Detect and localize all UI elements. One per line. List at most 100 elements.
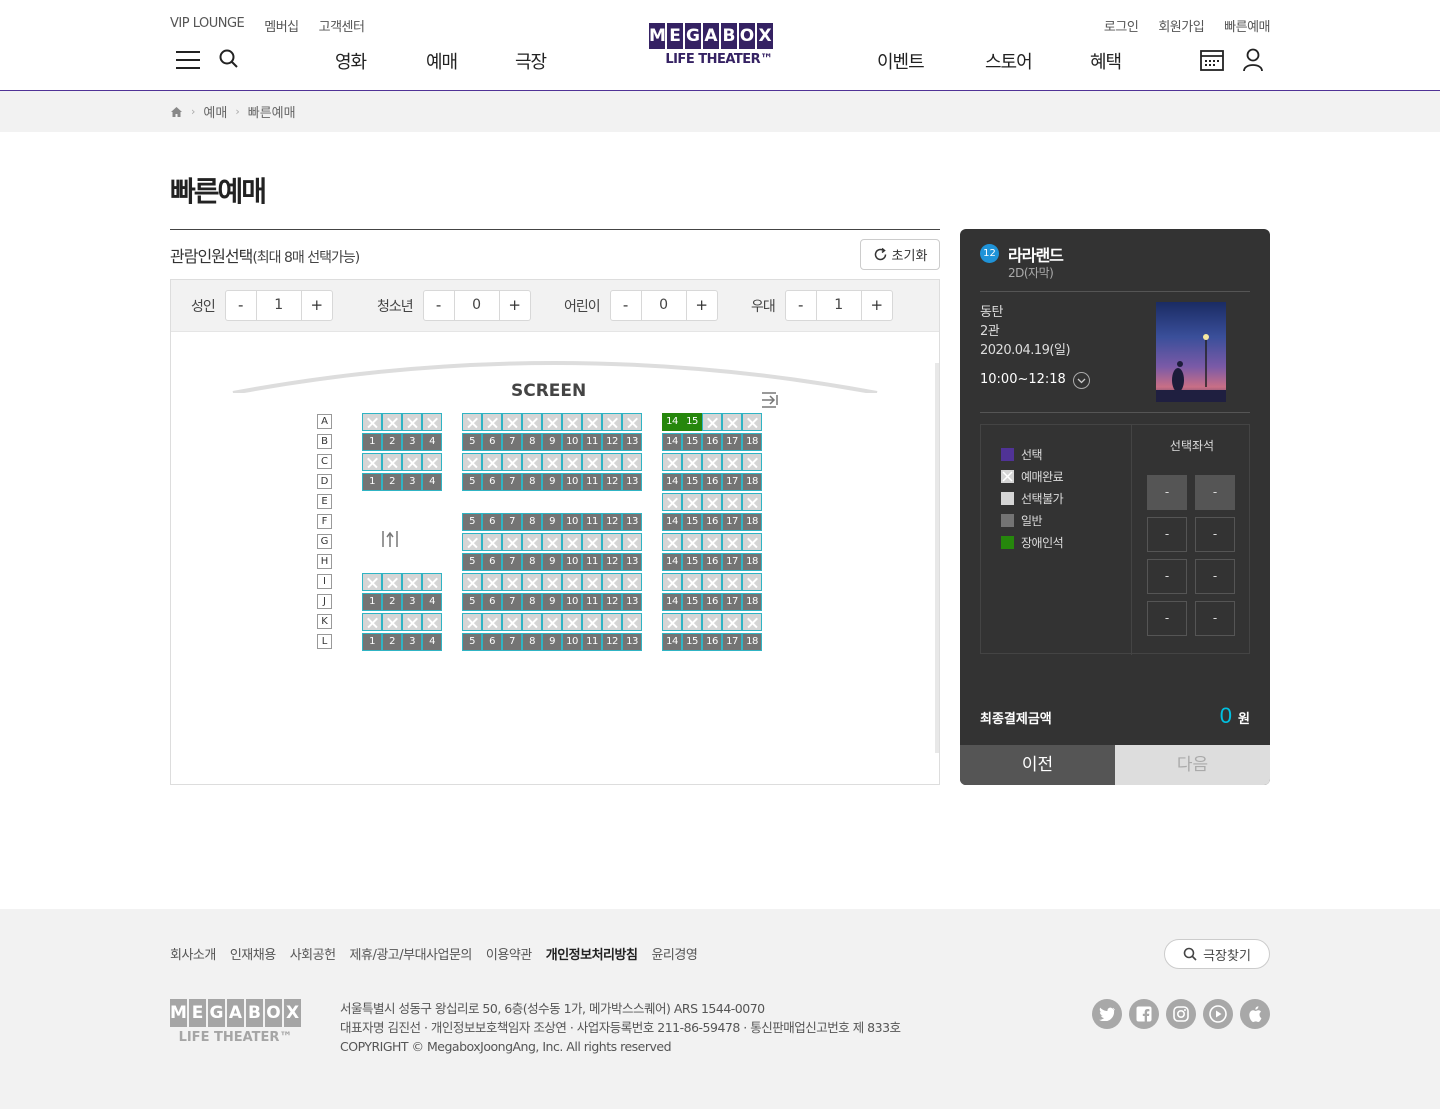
seat-F14[interactable]: 14 — [662, 513, 682, 531]
seat-F9[interactable]: 9 — [542, 513, 562, 531]
seat-L15[interactable]: 15 — [682, 633, 702, 651]
seat-J18[interactable]: 18 — [742, 593, 762, 611]
seat-F5[interactable]: 5 — [462, 513, 482, 531]
seat-F6[interactable]: 6 — [482, 513, 502, 531]
seat-L14[interactable]: 14 — [662, 633, 682, 651]
seat-J13[interactable]: 13 — [622, 593, 642, 611]
seat-H12[interactable]: 12 — [602, 553, 622, 571]
adult-minus-button[interactable]: - — [226, 291, 256, 320]
seat-A14[interactable]: 14 — [662, 413, 682, 431]
prev-button[interactable]: 이전 — [960, 745, 1115, 785]
seat-H15[interactable]: 15 — [682, 553, 702, 571]
seat-H10[interactable]: 10 — [562, 553, 582, 571]
seat-D10[interactable]: 10 — [562, 473, 582, 491]
seat-H9[interactable]: 9 — [542, 553, 562, 571]
seat-J17[interactable]: 17 — [722, 593, 742, 611]
seat-D16[interactable]: 16 — [702, 473, 722, 491]
seat-D12[interactable]: 12 — [602, 473, 622, 491]
twitter-icon[interactable] — [1092, 999, 1122, 1029]
footer-link-privacy[interactable]: 개인정보처리방침 — [546, 944, 638, 963]
seat-F16[interactable]: 16 — [702, 513, 722, 531]
seat-D2[interactable]: 2 — [382, 473, 402, 491]
nav-store[interactable]: 스토어 — [985, 48, 1033, 74]
seat-B16[interactable]: 16 — [702, 433, 722, 451]
seat-J1[interactable]: 1 — [362, 593, 382, 611]
seat-B18[interactable]: 18 — [742, 433, 762, 451]
footer-link[interactable]: 윤리경영 — [651, 944, 697, 963]
seat-H14[interactable]: 14 — [662, 553, 682, 571]
seat-D5[interactable]: 5 — [462, 473, 482, 491]
preferential-plus-button[interactable]: + — [862, 291, 892, 320]
quick-booking-link[interactable]: 빠른예매 — [1224, 16, 1270, 35]
seat-L10[interactable]: 10 — [562, 633, 582, 651]
megabox-logo[interactable]: M E G A B O X LIFE THEATER™ — [649, 23, 789, 71]
seat-H13[interactable]: 13 — [622, 553, 642, 571]
seat-B17[interactable]: 17 — [722, 433, 742, 451]
seat-D9[interactable]: 9 — [542, 473, 562, 491]
user-icon[interactable] — [1242, 48, 1268, 72]
seat-D8[interactable]: 8 — [522, 473, 542, 491]
seat-B13[interactable]: 13 — [622, 433, 642, 451]
membership-link[interactable]: 멤버십 — [264, 16, 299, 35]
next-button[interactable]: 다음 — [1115, 745, 1270, 785]
seat-H18[interactable]: 18 — [742, 553, 762, 571]
vip-lounge-link[interactable]: VIP LOUNGE — [170, 16, 245, 35]
seat-L6[interactable]: 6 — [482, 633, 502, 651]
seat-B7[interactable]: 7 — [502, 433, 522, 451]
seat-H5[interactable]: 5 — [462, 553, 482, 571]
seat-F10[interactable]: 10 — [562, 513, 582, 531]
nav-event[interactable]: 이벤트 — [877, 48, 925, 74]
seat-L17[interactable]: 17 — [722, 633, 742, 651]
seat-L9[interactable]: 9 — [542, 633, 562, 651]
seat-H6[interactable]: 6 — [482, 553, 502, 571]
nav-theater[interactable]: 극장 — [515, 48, 547, 74]
seat-J14[interactable]: 14 — [662, 593, 682, 611]
seat-B12[interactable]: 12 — [602, 433, 622, 451]
footer-link[interactable]: 이용약관 — [486, 944, 532, 963]
nav-benefit[interactable]: 혜택 — [1090, 48, 1122, 74]
signup-link[interactable]: 회원가입 — [1158, 16, 1204, 35]
seat-L18[interactable]: 18 — [742, 633, 762, 651]
seat-D15[interactable]: 15 — [682, 473, 702, 491]
seatmap-scrollbar[interactable] — [935, 363, 939, 753]
seat-H17[interactable]: 17 — [722, 553, 742, 571]
seat-J9[interactable]: 9 — [542, 593, 562, 611]
login-link[interactable]: 로그인 — [1104, 16, 1139, 35]
seat-F7[interactable]: 7 — [502, 513, 522, 531]
seat-F13[interactable]: 13 — [622, 513, 642, 531]
seat-L12[interactable]: 12 — [602, 633, 622, 651]
seat-B3[interactable]: 3 — [402, 433, 422, 451]
seat-B5[interactable]: 5 — [462, 433, 482, 451]
seat-D6[interactable]: 6 — [482, 473, 502, 491]
seat-J11[interactable]: 11 — [582, 593, 602, 611]
footer-link[interactable]: 사회공헌 — [290, 944, 336, 963]
schedule-calendar-icon[interactable] — [1200, 48, 1226, 72]
home-icon[interactable] — [170, 106, 183, 118]
seat-D11[interactable]: 11 — [582, 473, 602, 491]
seat-L1[interactable]: 1 — [362, 633, 382, 651]
footer-link[interactable]: 제휴/광고/부대사업문의 — [350, 944, 473, 963]
facebook-icon[interactable] — [1129, 999, 1159, 1029]
seat-B2[interactable]: 2 — [382, 433, 402, 451]
customer-center-link[interactable]: 고객센터 — [319, 16, 365, 35]
seat-F12[interactable]: 12 — [602, 513, 622, 531]
search-icon[interactable] — [218, 48, 244, 72]
seat-J8[interactable]: 8 — [522, 593, 542, 611]
seat-B8[interactable]: 8 — [522, 433, 542, 451]
nav-movie[interactable]: 영화 — [335, 48, 367, 74]
child-plus-button[interactable]: + — [687, 291, 717, 320]
seat-J12[interactable]: 12 — [602, 593, 622, 611]
seat-J10[interactable]: 10 — [562, 593, 582, 611]
seat-B9[interactable]: 9 — [542, 433, 562, 451]
nav-booking[interactable]: 예매 — [426, 48, 458, 74]
footer-link[interactable]: 회사소개 — [170, 944, 216, 963]
seat-F17[interactable]: 17 — [722, 513, 742, 531]
seat-L4[interactable]: 4 — [422, 633, 442, 651]
seat-B1[interactable]: 1 — [362, 433, 382, 451]
seat-J15[interactable]: 15 — [682, 593, 702, 611]
seat-D7[interactable]: 7 — [502, 473, 522, 491]
find-theater-button[interactable]: 극장찾기 — [1164, 939, 1270, 969]
seat-D3[interactable]: 3 — [402, 473, 422, 491]
seat-H11[interactable]: 11 — [582, 553, 602, 571]
seat-H7[interactable]: 7 — [502, 553, 522, 571]
